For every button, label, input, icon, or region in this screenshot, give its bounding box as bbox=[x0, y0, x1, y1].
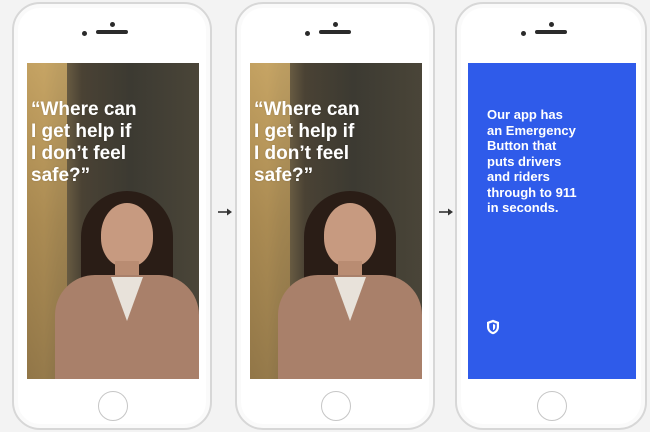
camera-dot bbox=[110, 22, 115, 27]
arrow-right-icon bbox=[439, 208, 453, 216]
sensor-dot bbox=[521, 31, 526, 36]
sensor-dot bbox=[82, 31, 87, 36]
home-button[interactable] bbox=[98, 391, 128, 421]
camera-dot bbox=[549, 22, 554, 27]
phone-mockup-2: “Where can I get help if I don’t feel sa… bbox=[235, 2, 435, 430]
phone-mockup-1: “Where can I get help if I don’t feel sa… bbox=[12, 2, 212, 430]
home-button[interactable] bbox=[537, 391, 567, 421]
home-button[interactable] bbox=[321, 391, 351, 421]
arrow-right-icon bbox=[218, 208, 232, 216]
shield-icon[interactable] bbox=[486, 319, 500, 335]
speaker-grille bbox=[96, 30, 128, 34]
phone-mockup-3: Our app has an Emergency Button that put… bbox=[455, 2, 647, 430]
screen-1: “Where can I get help if I don’t feel sa… bbox=[27, 63, 199, 379]
camera-dot bbox=[333, 22, 338, 27]
speaker-grille bbox=[319, 30, 351, 34]
quote-text: “Where can I get help if I don’t feel sa… bbox=[254, 99, 360, 186]
quote-text: “Where can I get help if I don’t feel sa… bbox=[31, 99, 137, 186]
speaker-grille bbox=[535, 30, 567, 34]
emergency-message: Our app has an Emergency Button that put… bbox=[487, 107, 577, 215]
sensor-dot bbox=[305, 31, 310, 36]
screen-3: Our app has an Emergency Button that put… bbox=[468, 63, 636, 379]
storyboard: “Where can I get help if I don’t feel sa… bbox=[0, 0, 650, 432]
screen-2: “Where can I get help if I don’t feel sa… bbox=[250, 63, 422, 379]
